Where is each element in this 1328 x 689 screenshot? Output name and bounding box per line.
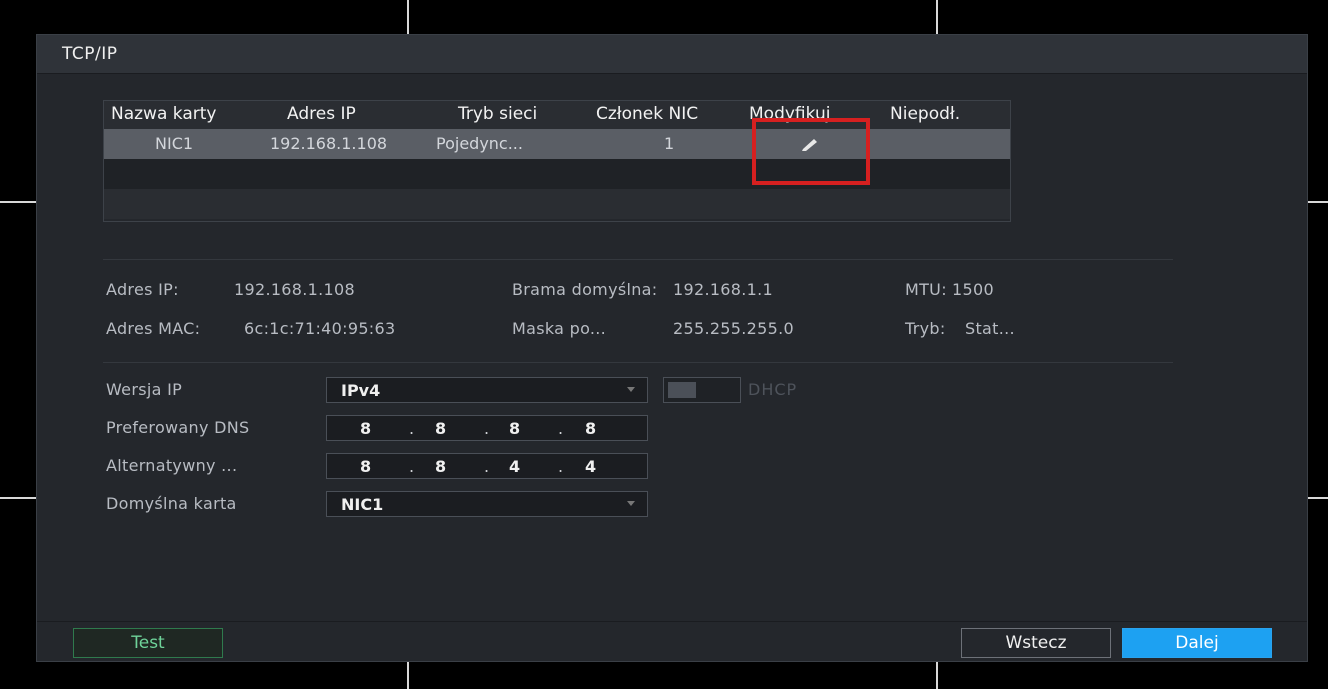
layout-divider <box>1308 497 1328 499</box>
subnet-mask-value: 255.255.255.0 <box>673 319 794 338</box>
dialog-title: TCP/IP <box>62 44 118 64</box>
dns-octet[interactable]: 4 <box>509 457 520 476</box>
divider <box>103 259 1173 260</box>
ip-version-select[interactable]: IPv4 <box>326 377 648 403</box>
cell-card-name: NIC1 <box>155 134 194 153</box>
subnet-mask-label: Maska po... <box>512 319 607 338</box>
table-header: Nazwa karty Adres IP Tryb sieci Członek … <box>104 101 1010 129</box>
dns-octet[interactable]: 8 <box>360 419 371 438</box>
dns-octet[interactable]: 8 <box>435 457 446 476</box>
nic-table: Nazwa karty Adres IP Tryb sieci Członek … <box>103 100 1011 222</box>
mtu-value: 1500 <box>952 280 994 299</box>
chevron-down-icon <box>627 387 635 392</box>
table-row <box>104 189 1010 219</box>
dns-octet[interactable]: 4 <box>585 457 596 476</box>
divider <box>103 362 1173 363</box>
octet-separator: . <box>558 419 564 438</box>
column-header-card-name[interactable]: Nazwa karty <box>111 104 216 124</box>
preferred-dns-label: Preferowany DNS <box>106 418 250 437</box>
ip-version-value: IPv4 <box>341 381 381 400</box>
column-header-network-mode[interactable]: Tryb sieci <box>458 104 537 124</box>
dns-octet[interactable]: 8 <box>360 457 371 476</box>
table-row[interactable]: NIC1 192.168.1.108 Pojedync... 1 <box>104 129 1010 159</box>
cell-nic-member: 1 <box>664 134 675 153</box>
mode-label: Tryb: <box>905 319 946 338</box>
octet-separator: . <box>409 419 415 438</box>
tcpip-dialog: TCP/IP Nazwa karty Adres IP Tryb sieci C… <box>36 34 1308 662</box>
default-card-value: NIC1 <box>341 495 384 514</box>
title-bar: TCP/IP <box>37 35 1307 74</box>
layout-divider <box>407 0 409 34</box>
back-button[interactable]: Wstecz <box>961 628 1111 658</box>
octet-separator: . <box>558 457 564 476</box>
dns-octet[interactable]: 8 <box>435 419 446 438</box>
column-header-ip[interactable]: Adres IP <box>287 104 356 124</box>
alternate-dns-input[interactable]: 8 . 8 . 4 . 4 <box>326 453 648 479</box>
default-card-select[interactable]: NIC1 <box>326 491 648 517</box>
dhcp-toggle[interactable] <box>663 377 741 403</box>
mac-address-value: 6c:1c:71:40:95:63 <box>244 319 396 338</box>
mac-address-label: Adres MAC: <box>106 319 201 338</box>
test-button[interactable]: Test <box>73 628 223 658</box>
layout-divider <box>0 497 36 499</box>
dns-octet[interactable]: 8 <box>585 419 596 438</box>
next-button[interactable]: Dalej <box>1122 628 1272 658</box>
layout-divider <box>936 662 938 689</box>
preferred-dns-input[interactable]: 8 . 8 . 8 . 8 <box>326 415 648 441</box>
default-card-label: Domyślna karta <box>106 494 237 513</box>
octet-separator: . <box>484 419 490 438</box>
column-header-independent[interactable]: Niepodł. <box>890 104 960 124</box>
ip-version-label: Wersja IP <box>106 380 183 399</box>
highlight-box <box>752 118 870 185</box>
gateway-value: 192.168.1.1 <box>673 280 773 299</box>
layout-divider <box>1308 201 1328 203</box>
layout-divider <box>0 201 36 203</box>
cell-ip: 192.168.1.108 <box>270 134 388 153</box>
octet-separator: . <box>484 457 490 476</box>
column-header-nic-member[interactable]: Członek NIC <box>596 104 698 124</box>
toggle-knob <box>668 382 696 398</box>
dhcp-label: DHCP <box>748 380 798 399</box>
ip-address-label: Adres IP: <box>106 280 179 299</box>
ip-address-value: 192.168.1.108 <box>234 280 355 299</box>
alternate-dns-label: Alternatywny ... <box>106 456 238 475</box>
mode-value: Stat... <box>965 319 1015 338</box>
footer-divider <box>37 621 1307 622</box>
octet-separator: . <box>409 457 415 476</box>
mtu-label: MTU: <box>905 280 947 299</box>
layout-divider <box>407 662 409 689</box>
table-row <box>104 159 1010 189</box>
chevron-down-icon <box>627 501 635 506</box>
dns-octet[interactable]: 8 <box>509 419 520 438</box>
cell-network-mode: Pojedync... <box>436 134 523 153</box>
layout-divider <box>936 0 938 34</box>
gateway-label: Brama domyślna: <box>512 280 658 299</box>
